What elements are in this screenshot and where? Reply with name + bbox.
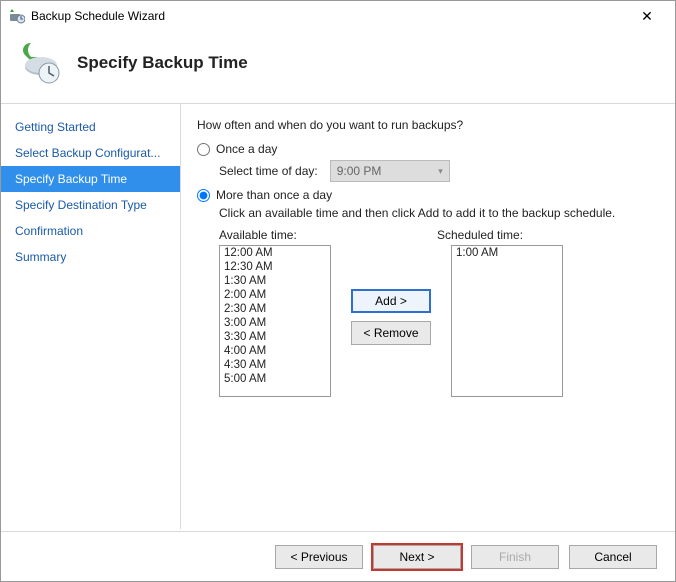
list-item[interactable]: 4:00 AM <box>220 344 330 358</box>
time-of-day-value: 9:00 PM <box>337 164 382 178</box>
finish-button: Finish <box>471 545 559 569</box>
time-of-day-label: Select time of day: <box>219 164 318 178</box>
cancel-button[interactable]: Cancel <box>569 545 657 569</box>
page-title: Specify Backup Time <box>77 53 248 73</box>
multi-description: Click an available time and then click A… <box>219 206 659 220</box>
previous-button[interactable]: < Previous <box>275 545 363 569</box>
sidebar-item-specify-backup-time[interactable]: Specify Backup Time <box>1 166 180 192</box>
once-a-day-option[interactable]: Once a day <box>197 142 659 156</box>
list-item[interactable]: 3:00 AM <box>220 316 330 330</box>
scheduled-time-listbox[interactable]: 1:00 AM <box>451 245 563 397</box>
scheduled-time-label: Scheduled time: <box>437 228 523 242</box>
available-time-label: Available time: <box>219 228 437 242</box>
more-than-once-label: More than once a day <box>216 188 332 202</box>
list-item[interactable]: 2:30 AM <box>220 302 330 316</box>
remove-button[interactable]: < Remove <box>351 321 431 345</box>
sidebar-item-specify-destination-type[interactable]: Specify Destination Type <box>1 192 180 218</box>
more-than-once-radio[interactable] <box>197 189 210 202</box>
more-than-once-option[interactable]: More than once a day <box>197 188 659 202</box>
list-item[interactable]: 12:00 AM <box>220 246 330 260</box>
list-item[interactable]: 1:30 AM <box>220 274 330 288</box>
time-of-day-select: 9:00 PM ▾ <box>330 160 450 182</box>
sidebar-item-select-backup-config[interactable]: Select Backup Configurat... <box>1 140 180 166</box>
sidebar-item-confirmation[interactable]: Confirmation <box>1 218 180 244</box>
sidebar-item-summary[interactable]: Summary <box>1 244 180 270</box>
content-panel: How often and when do you want to run ba… <box>180 104 675 529</box>
sidebar-item-getting-started[interactable]: Getting Started <box>1 114 180 140</box>
titlebar: Backup Schedule Wizard ✕ <box>1 1 675 31</box>
chevron-down-icon: ▾ <box>438 166 443 177</box>
once-a-day-radio[interactable] <box>197 143 210 156</box>
wizard-icon <box>19 41 63 85</box>
wizard-header: Specify Backup Time <box>1 31 675 104</box>
list-item[interactable]: 1:00 AM <box>452 246 562 260</box>
once-a-day-label: Once a day <box>216 142 277 156</box>
list-item[interactable]: 4:30 AM <box>220 358 330 372</box>
list-item[interactable]: 12:30 AM <box>220 260 330 274</box>
list-item[interactable]: 3:30 AM <box>220 330 330 344</box>
close-button[interactable]: ✕ <box>627 8 667 25</box>
add-button[interactable]: Add > <box>351 289 431 313</box>
wizard-steps-sidebar: Getting Started Select Backup Configurat… <box>1 104 180 529</box>
list-item[interactable]: 5:00 AM <box>220 372 330 386</box>
app-icon <box>9 8 25 24</box>
next-button[interactable]: Next > <box>373 545 461 569</box>
frequency-question: How often and when do you want to run ba… <box>197 118 659 132</box>
list-item[interactable]: 2:00 AM <box>220 288 330 302</box>
available-time-listbox[interactable]: 12:00 AM12:30 AM1:30 AM2:00 AM2:30 AM3:0… <box>219 245 331 397</box>
wizard-footer: < Previous Next > Finish Cancel <box>1 531 675 581</box>
window-title: Backup Schedule Wizard <box>31 9 627 23</box>
